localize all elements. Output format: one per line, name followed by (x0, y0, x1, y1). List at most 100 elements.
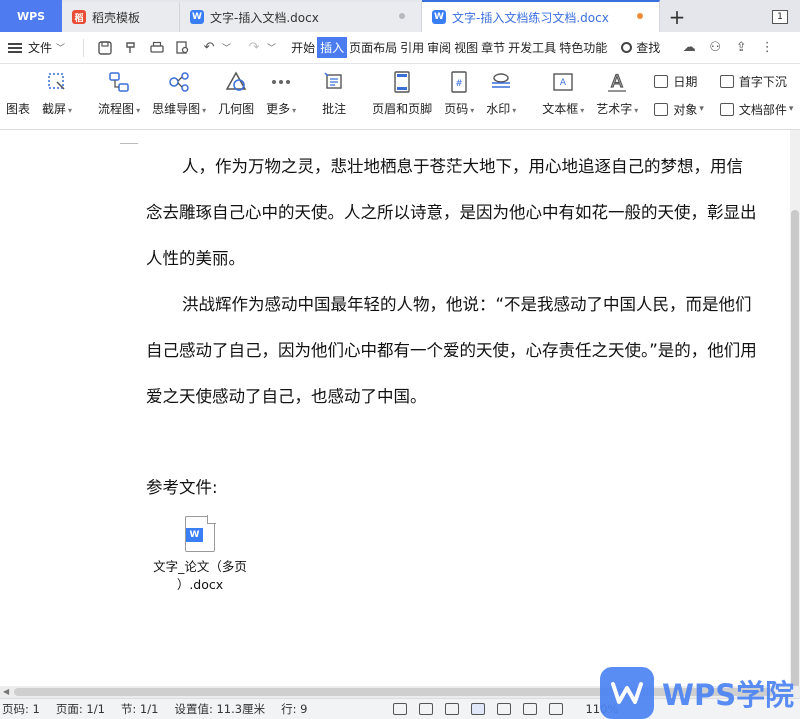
file-menu[interactable]: 文件 (28, 39, 52, 56)
wordart-icon: A (605, 70, 629, 94)
comment-button[interactable]: 批注 (322, 70, 346, 117)
undo-icon[interactable]: ↶ (201, 40, 217, 56)
doc-parts-button[interactable]: 文档部件 ▾ (719, 98, 800, 120)
print-preview-icon[interactable] (175, 40, 191, 56)
tab-special-features[interactable]: 特色功能 (558, 37, 608, 58)
collaborate-icon[interactable]: ⚇ (707, 40, 723, 56)
wordart-button[interactable]: A 艺术字 ▾ (596, 70, 638, 117)
caret-icon: ▾ (68, 106, 73, 115)
status-pages: 页面: 1/1 (55, 702, 105, 716)
ribbon-tabs: 开始 插入 页面布局 引用 审阅 视图 章节 开发工具 特色功能 (290, 37, 609, 58)
flowchart-button[interactable]: 流程图 ▾ (98, 70, 140, 117)
outline-view-icon[interactable] (497, 703, 512, 715)
edit-pen-icon[interactable] (445, 703, 460, 715)
ribbon-label: 思维导图 (152, 102, 201, 116)
more-icon (269, 70, 293, 94)
tab-developer[interactable]: 开发工具 (507, 37, 557, 58)
print-icon[interactable] (149, 40, 165, 56)
share-icon[interactable]: ⇪ (733, 40, 749, 56)
page-view-icon[interactable] (471, 703, 486, 715)
caret-icon: ▾ (202, 106, 207, 115)
ribbon-label: 页眉和页脚 (372, 102, 433, 116)
paragraph-1[interactable]: 人，作为万物之灵，悲壮地栖息于苍茫大地下，用心地追逐自己的梦想，用信念去雕琢自己… (146, 144, 758, 282)
object-button[interactable]: 对象 ▾ (654, 98, 714, 120)
save-icon[interactable] (97, 40, 113, 56)
caret-icon: ▾ (699, 104, 704, 114)
tab-label: 文字-插入文档.docx (210, 10, 319, 25)
caret-icon: ▾ (788, 104, 794, 114)
view-mode-group (393, 703, 575, 715)
fullscreen-icon[interactable] (393, 703, 408, 715)
caret-icon: ▾ (580, 106, 585, 115)
date-button[interactable]: 日期 (654, 70, 714, 92)
word-file-icon: W (185, 515, 216, 552)
tab-insert[interactable]: 插入 (317, 37, 348, 58)
svg-text:#: # (455, 79, 463, 89)
more-button[interactable]: 更多 ▾ (266, 70, 296, 117)
vertical-scrollbar[interactable] (790, 130, 800, 690)
read-mode-icon[interactable] (419, 703, 434, 715)
mindmap-icon (167, 70, 191, 94)
tab-label: 稻壳模板 (92, 10, 141, 25)
ribbon-label: 截屏 (42, 102, 67, 116)
cloud-sync-icon[interactable]: ☁ (681, 40, 697, 56)
tab-document-2-active[interactable]: W 文字-插入文档练习文档.docx (422, 0, 660, 32)
docer-icon: 稻 (72, 10, 86, 24)
textbox-icon: A (551, 70, 575, 94)
chevron-down-icon[interactable]: ﹀ (56, 41, 65, 54)
vertical-scroll-thumb[interactable] (791, 210, 799, 690)
screenshot-button[interactable]: 截屏 ▾ (42, 70, 72, 117)
chevron-down-icon[interactable]: ﹀ (267, 41, 276, 54)
watermark-button[interactable]: 水印 ▾ (486, 70, 516, 117)
header-footer-button[interactable]: 页眉和页脚 (372, 70, 432, 117)
chart-button[interactable]: 图表 (6, 70, 30, 117)
word-badge: W (186, 528, 203, 542)
search-icon (621, 42, 633, 53)
mindmap-button[interactable]: 思维导图 ▾ (152, 70, 206, 117)
search-button[interactable]: 查找 (621, 39, 660, 56)
tab-home[interactable]: 开始 (290, 37, 316, 58)
dropcap-button[interactable]: 首字下沉 (719, 70, 800, 92)
tab-review[interactable]: 审阅 (426, 37, 452, 58)
new-tab-button[interactable]: + (660, 2, 694, 32)
status-setting: 设置值: 11.3厘米 (174, 702, 266, 716)
tab-page-layout[interactable]: 页面布局 (348, 37, 398, 58)
redo-icon[interactable]: ↷ (246, 40, 262, 56)
date-icon (654, 74, 669, 88)
embedded-attachment[interactable]: W 文字_论文（多页 ）.docx (140, 515, 260, 594)
ribbon-label: 图表 (6, 102, 31, 116)
chevron-down-icon[interactable]: ﹀ (222, 41, 231, 54)
document-page[interactable]: 人，作为万物之灵，悲壮地栖息于苍茫大地下，用心地追逐自己的梦想，用信念去雕琢自己… (0, 130, 790, 686)
menu-bar: 文件 ﹀ ↶ ﹀ ↷ ﹀ 开始 插入 页面布局 引用 审阅 视图 章节 开发工具… (0, 32, 800, 64)
window-count-badge[interactable]: 1 (772, 10, 788, 24)
eye-protect-icon[interactable] (549, 703, 564, 715)
ribbon-label: 页码 (444, 102, 469, 116)
textbox-button[interactable]: A 文本框 ▾ (542, 70, 584, 117)
tab-docer-templates[interactable]: 稻 稻壳模板 (62, 2, 180, 32)
scroll-left-icon[interactable]: ◀ (3, 687, 9, 696)
more-options-icon[interactable]: ⋮ (759, 40, 775, 56)
watermark-icon (489, 70, 513, 94)
screenshot-icon (45, 70, 69, 94)
tab-unsaved-dot[interactable] (637, 13, 643, 19)
paragraph-2[interactable]: 洪战辉作为感动中国最年轻的人物，他说：“不是我感动了中国人民，而是他们自己感动了… (146, 282, 758, 420)
web-view-icon[interactable] (523, 703, 538, 715)
page-number-button[interactable]: # 页码 ▾ (444, 70, 474, 117)
format-painter-icon[interactable] (123, 40, 139, 56)
menu-icon[interactable] (8, 41, 22, 55)
header-footer-icon (390, 70, 414, 94)
tab-status-dot[interactable] (399, 13, 405, 19)
document-area[interactable]: 人，作为万物之灵，悲壮地栖息于苍茫大地下，用心地追逐自己的梦想，用信念去雕琢自己… (0, 130, 790, 686)
tab-section[interactable]: 章节 (480, 37, 506, 58)
caret-icon: ▾ (512, 106, 517, 115)
dropcap-icon (719, 74, 734, 88)
geometry-button[interactable]: 几何图 (218, 70, 254, 117)
tab-references[interactable]: 引用 (399, 37, 425, 58)
tab-wps-home[interactable]: WPS (0, 0, 62, 32)
page-margin-corner (120, 130, 138, 144)
tab-view[interactable]: 视图 (453, 37, 479, 58)
reference-label[interactable]: 参考文件: (146, 474, 218, 498)
svg-text:A: A (560, 78, 567, 88)
status-row: 行: 9 (281, 702, 308, 716)
tab-document-1[interactable]: W 文字-插入文档.docx (180, 2, 422, 32)
